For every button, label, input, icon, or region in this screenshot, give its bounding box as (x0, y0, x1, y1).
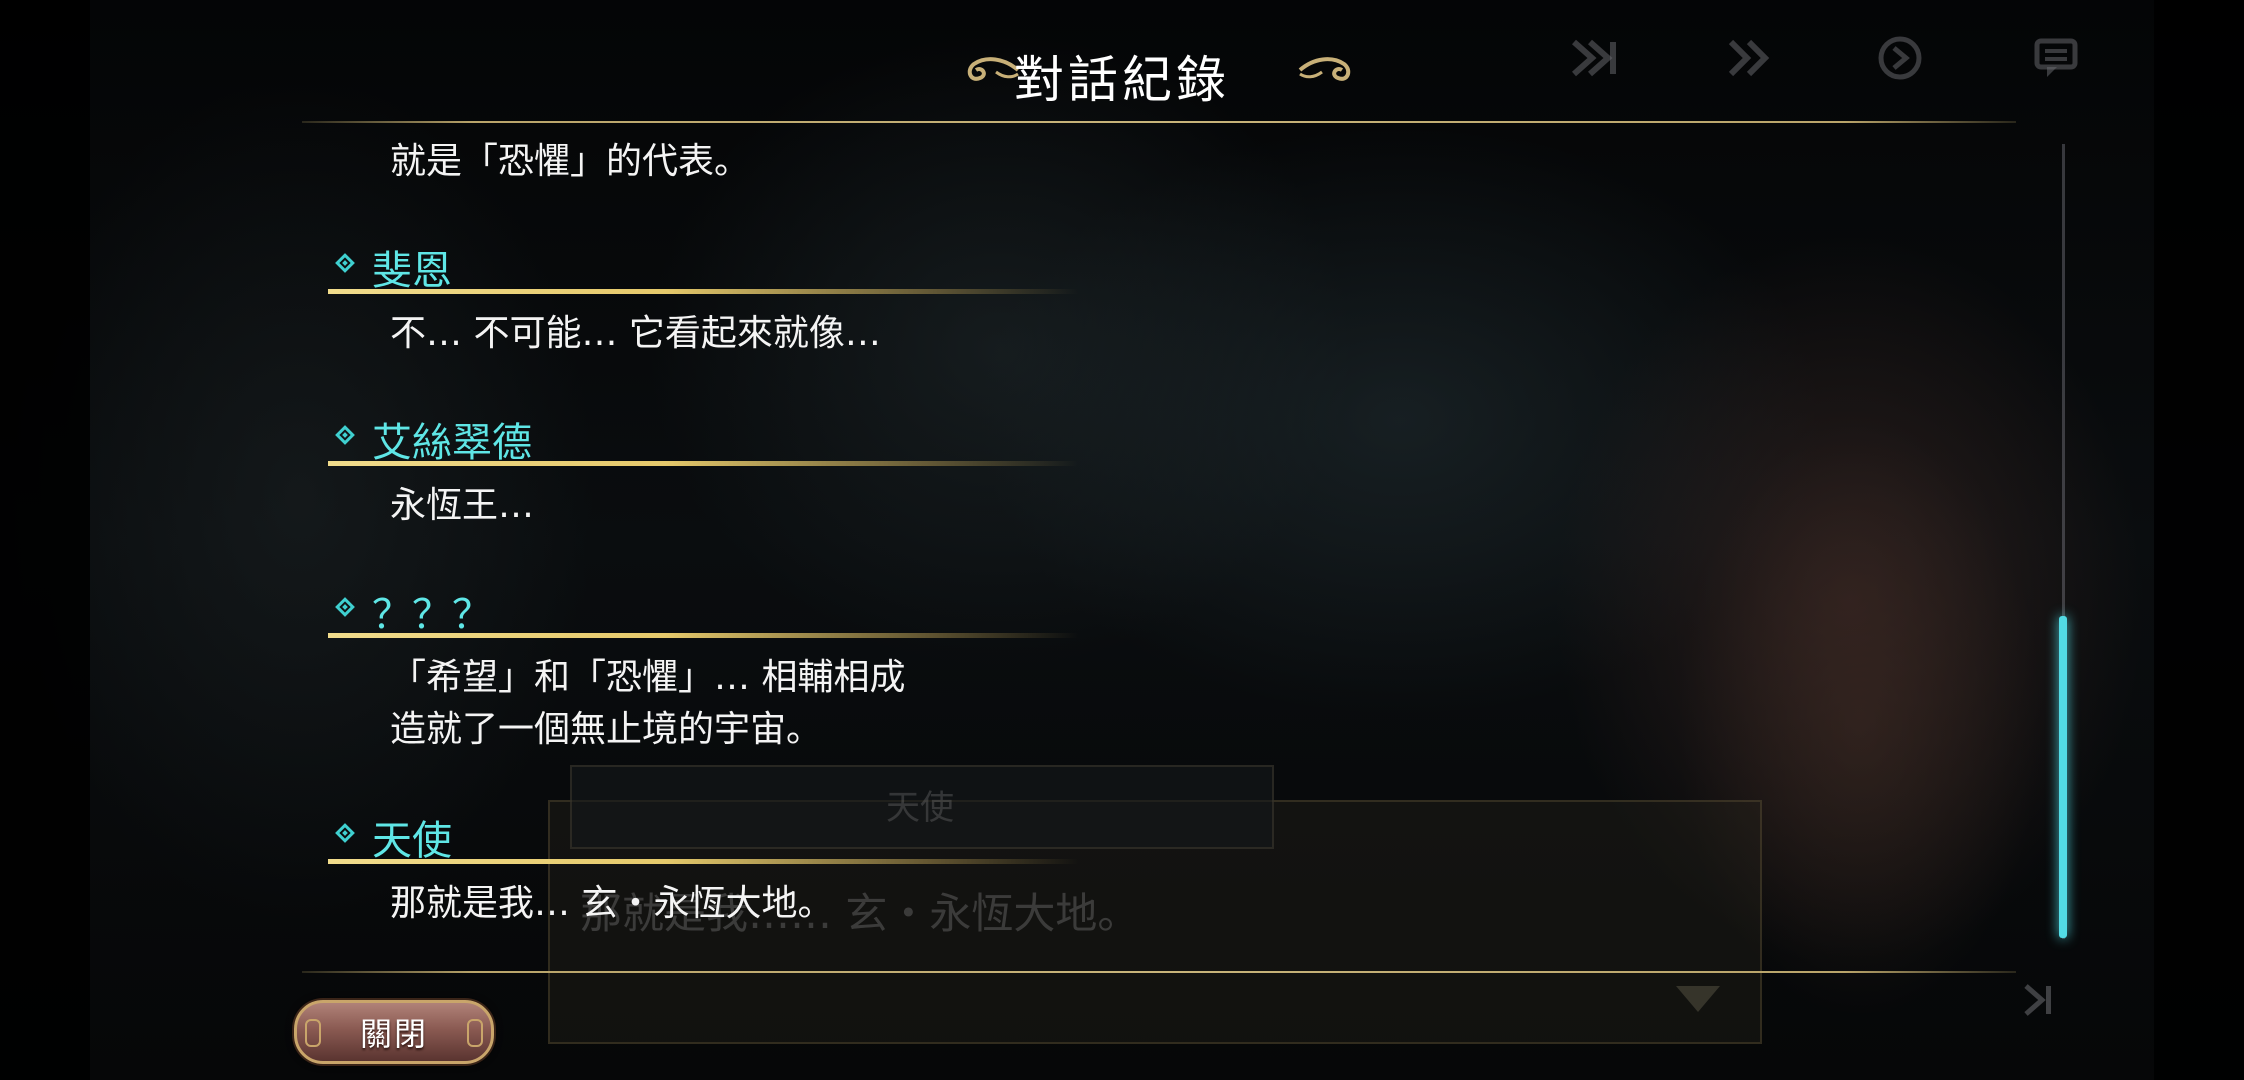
page-title: 對話紀錄 (1014, 51, 1230, 109)
speaker-name: 艾絲翠德 (372, 420, 532, 466)
button-cap-left (305, 1019, 321, 1047)
speaker-underline (328, 461, 1078, 466)
header-divider (302, 121, 2016, 123)
log-text-line: 「希望」和「恐懼」… 相輔相成 (390, 657, 906, 698)
diamond-bullet-icon (335, 253, 355, 273)
skip-end-icon[interactable] (2022, 982, 2056, 1028)
speaker-name: 斐恩 (372, 248, 452, 294)
next-arrow-icon (1676, 986, 1720, 1012)
speaker-underline (328, 289, 1078, 294)
log-text-line: 不… 不可能… 它看起來就像… (390, 313, 881, 354)
log-text-line: 造就了一個無止境的宇宙。 (390, 709, 823, 750)
speaker-underline (328, 633, 1078, 638)
diamond-bullet-icon (335, 597, 355, 617)
footer-divider (302, 971, 2016, 973)
diamond-bullet-icon (335, 823, 355, 843)
button-cap-right (467, 1019, 483, 1047)
dialogue-log[interactable]: 就是「恐懼」的代表。 斐恩 不… 不可能… 它看起來就像… 艾絲翠德 永恆王… … (302, 126, 2016, 970)
right-letterbox (2154, 0, 2244, 1080)
speaker-name: 天使 (372, 818, 452, 864)
left-letterbox (0, 0, 90, 1080)
log-text-line: 永恆王… (390, 485, 535, 526)
log-text-line: 那就是我… 玄・永恆大地。 (390, 883, 834, 924)
speaker-name: ？？？ (372, 592, 492, 638)
close-button[interactable]: 關閉 (294, 1000, 494, 1064)
speaker-underline (328, 859, 1078, 864)
diamond-bullet-icon (335, 425, 355, 445)
log-text-line: 就是「恐懼」的代表。 (390, 141, 751, 182)
close-button-label: 關閉 (359, 1015, 428, 1053)
scrollbar-thumb[interactable] (2059, 616, 2067, 938)
right-flourish-icon (1298, 57, 1351, 81)
